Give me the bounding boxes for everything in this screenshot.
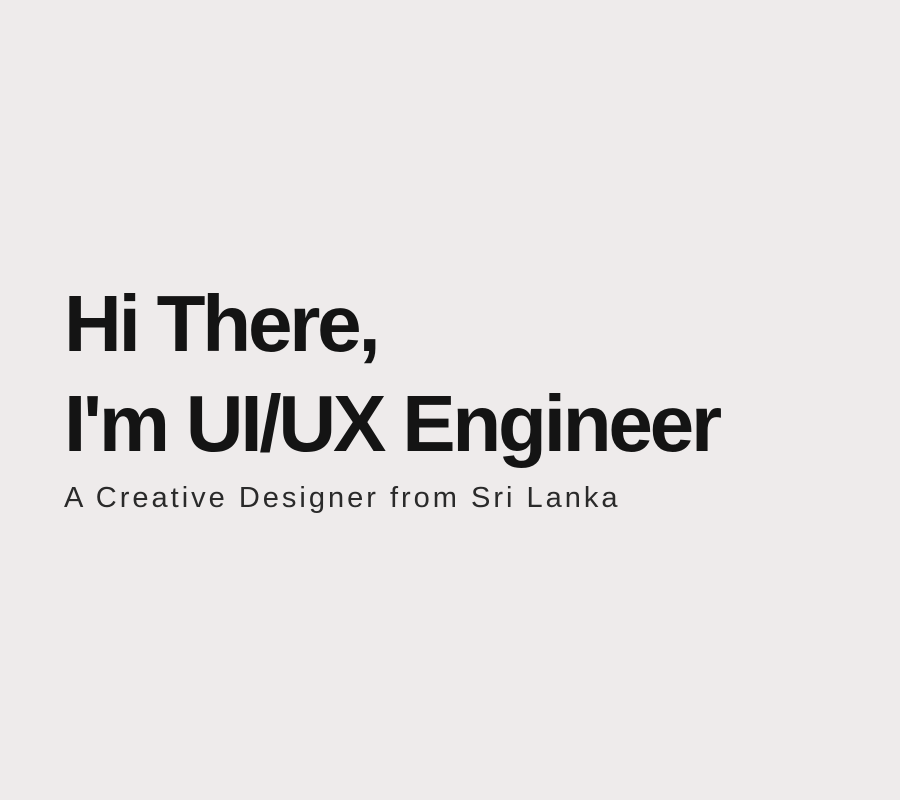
headline-line-role: I'm UI/UX Engineer	[64, 379, 722, 468]
hero-headline: Hi There, I'm UI/UX Engineer	[64, 274, 894, 474]
hero-tagline: A Creative Designer from Sri Lanka	[64, 482, 621, 514]
headline-line-greeting: Hi There,	[64, 279, 381, 368]
hero-section: Hi There, I'm UI/UX Engineer A Creative …	[64, 274, 894, 516]
